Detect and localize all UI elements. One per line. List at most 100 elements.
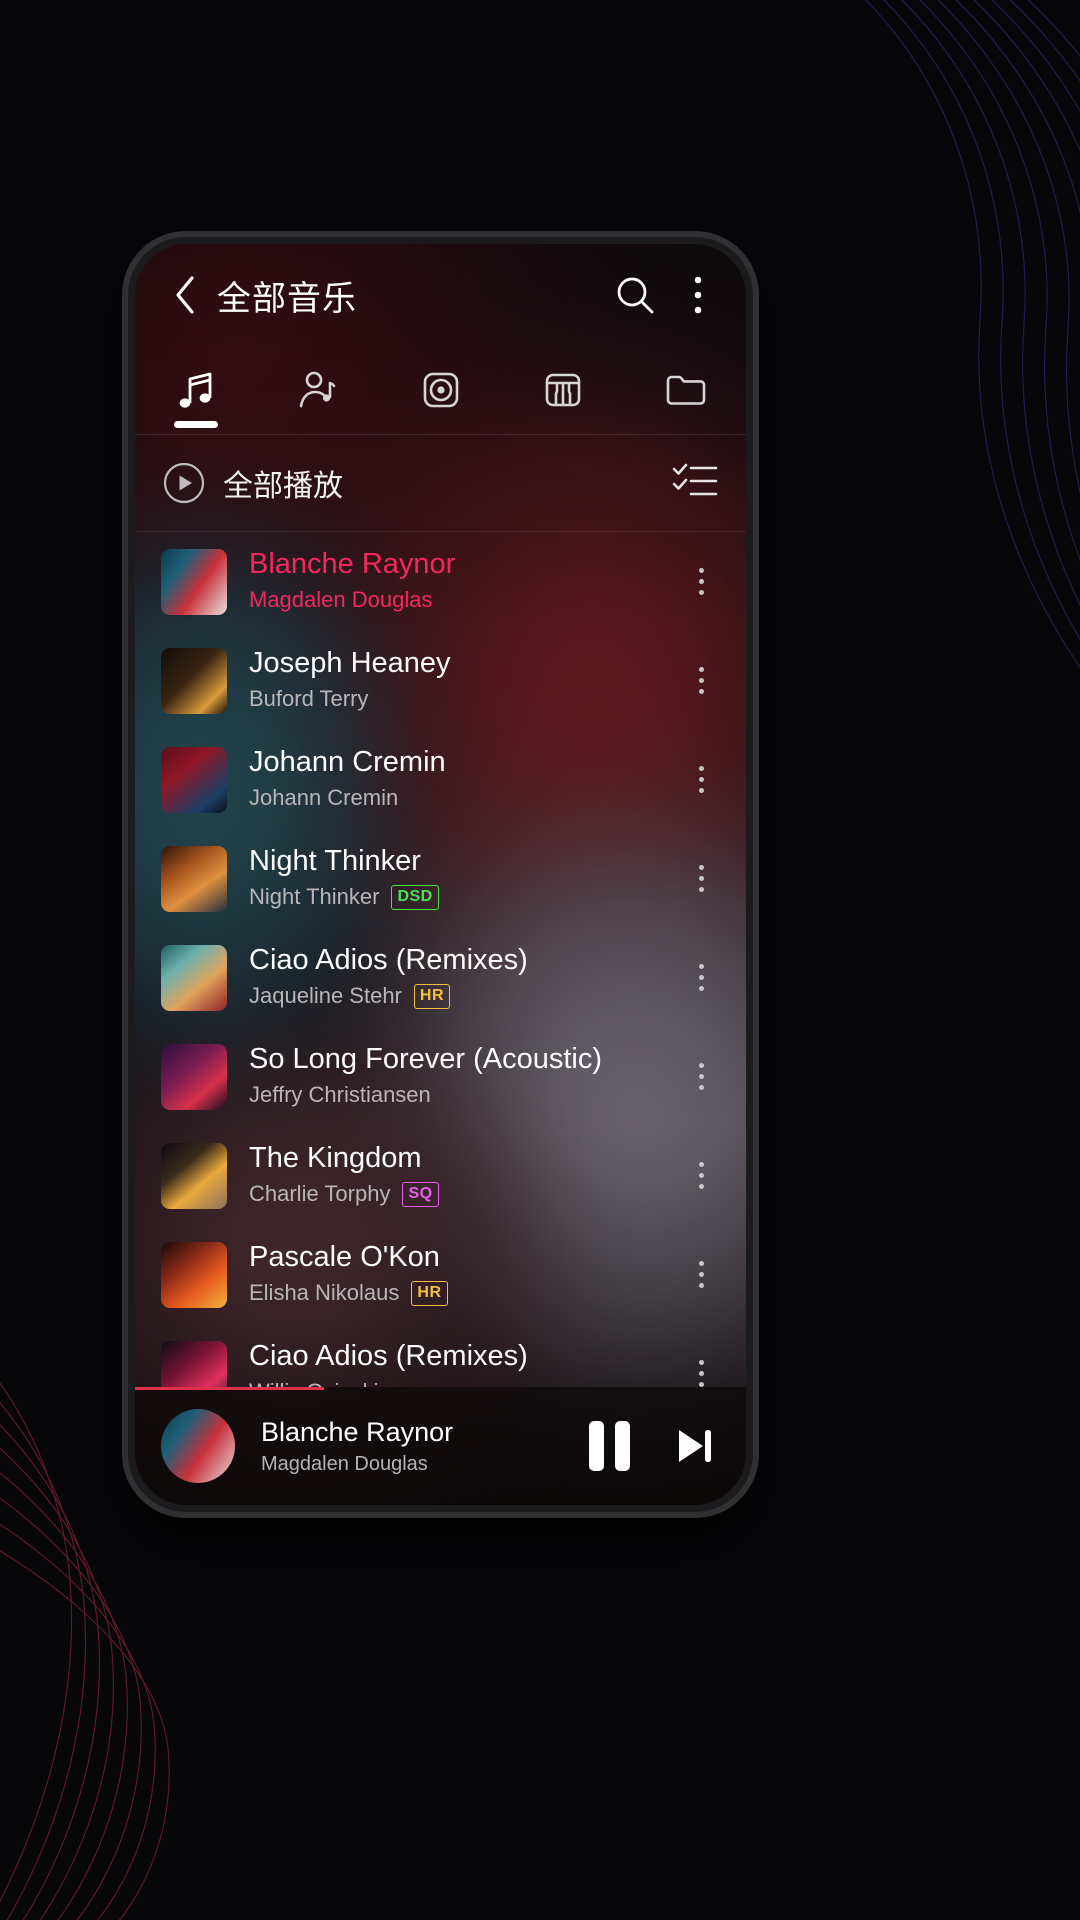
song-artwork: [161, 746, 227, 813]
song-overflow-button[interactable]: [678, 950, 724, 1006]
song-artist: Night Thinker: [249, 884, 380, 910]
song-artist: Willis Osinski: [249, 1378, 379, 1387]
quality-badge-sq: SQ: [402, 1181, 439, 1207]
song-meta: The Kingdom Charlie Torphy SQ: [249, 1142, 678, 1208]
song-artist-line: Elisha Nikolaus HR: [249, 1279, 678, 1308]
tab-genres[interactable]: [502, 346, 624, 434]
song-row[interactable]: Blanche Raynor Magdalen Douglas: [135, 532, 746, 631]
song-title: So Long Forever (Acoustic): [249, 1043, 602, 1076]
multiselect-button[interactable]: [672, 462, 718, 505]
tab-albums[interactable]: [379, 346, 501, 434]
phone-frame: 全部音乐 全部播放 Blanche Raynor Magdalen Dougla…: [128, 237, 753, 1512]
song-artist-line: Night Thinker DSD: [249, 883, 678, 912]
song-meta: So Long Forever (Acoustic) Jeffry Christi…: [249, 1043, 678, 1109]
song-artwork: [161, 845, 227, 912]
more-vertical-icon: [698, 766, 704, 771]
artist-icon: [294, 364, 342, 416]
folder-icon: [661, 364, 709, 416]
song-list[interactable]: Blanche Raynor Magdalen Douglas Joseph Hea…: [135, 532, 746, 1387]
more-vertical-icon: [698, 1085, 704, 1090]
song-artist-line: Buford Terry: [249, 685, 678, 714]
more-vertical-icon: [698, 788, 704, 793]
more-vertical-icon: [698, 1371, 704, 1376]
more-vertical-icon: [698, 1074, 704, 1079]
song-row[interactable]: Ciao Adios (Remixes) Willis Osinski: [135, 1324, 746, 1387]
tab-folders[interactable]: [624, 346, 746, 434]
song-title: Blanche Raynor: [249, 548, 456, 581]
more-vertical-icon: [698, 1261, 704, 1266]
song-title: The Kingdom: [249, 1142, 422, 1175]
song-meta: Ciao Adios (Remixes) Jaqueline Stehr HR: [249, 944, 678, 1010]
more-vertical-icon: [698, 1162, 704, 1167]
song-row[interactable]: Johann Cremin Johann Cremin: [135, 730, 746, 829]
app-bar-overflow-button[interactable]: [676, 268, 720, 322]
song-overflow-button[interactable]: [678, 1247, 724, 1303]
song-artist-line: Jeffry Christiansen: [249, 1081, 678, 1110]
more-vertical-icon: [698, 887, 704, 892]
song-overflow-button[interactable]: [678, 851, 724, 907]
song-overflow-button[interactable]: [678, 554, 724, 610]
song-overflow-button[interactable]: [678, 653, 724, 709]
song-title: Ciao Adios (Remixes): [249, 1340, 528, 1373]
song-title: Night Thinker: [249, 845, 421, 878]
now-playing-bar[interactable]: Blanche Raynor Magdalen Douglas: [135, 1387, 746, 1505]
song-artist-line: Magdalen Douglas: [249, 586, 678, 615]
more-vertical-icon: [698, 1173, 704, 1178]
tab-songs[interactable]: [135, 346, 257, 434]
song-row[interactable]: Pascale O'Kon Elisha Nikolaus HR: [135, 1225, 746, 1324]
now-playing-artwork: [161, 1409, 235, 1483]
song-artist: Elisha Nikolaus: [249, 1280, 400, 1306]
tab-artists[interactable]: [257, 346, 379, 434]
song-meta: Joseph Heaney Buford Terry: [249, 647, 678, 713]
more-vertical-icon: [698, 1272, 704, 1277]
song-row[interactable]: Night Thinker Night Thinker DSD: [135, 829, 746, 928]
song-artist: Jeffry Christiansen: [249, 1082, 431, 1108]
more-vertical-icon: [698, 986, 704, 991]
search-icon: [617, 277, 654, 314]
quality-badge-hr: HR: [413, 983, 450, 1009]
more-vertical-icon: [698, 876, 704, 881]
tab-active-indicator: [174, 421, 219, 428]
more-vertical-icon: [694, 276, 702, 314]
play-all-label: 全部播放: [223, 470, 343, 503]
song-row[interactable]: Joseph Heaney Buford Terry: [135, 631, 746, 730]
song-row[interactable]: So Long Forever (Acoustic) Jeffry Christi…: [135, 1027, 746, 1126]
more-vertical-icon: [698, 1360, 704, 1365]
more-vertical-icon: [698, 667, 704, 672]
play-all-row[interactable]: 全部播放: [135, 435, 746, 531]
more-vertical-icon: [698, 865, 704, 870]
song-artwork: [161, 1241, 227, 1308]
phone-screen: 全部音乐 全部播放 Blanche Raynor Magdalen Dougla…: [135, 244, 746, 1505]
song-row[interactable]: Ciao Adios (Remixes) Jaqueline Stehr HR: [135, 928, 746, 1027]
more-vertical-icon: [698, 1063, 704, 1068]
song-artwork: [161, 944, 227, 1011]
app-bar: 全部音乐: [135, 244, 746, 346]
song-artist-line: Jaqueline Stehr HR: [249, 982, 678, 1011]
song-artist: Buford Terry: [249, 686, 369, 712]
chevron-left-icon: [176, 276, 194, 314]
more-vertical-icon: [698, 777, 704, 782]
song-meta: Johann Cremin Johann Cremin: [249, 746, 678, 812]
more-vertical-icon: [698, 678, 704, 683]
back-button[interactable]: [161, 271, 209, 319]
song-overflow-button[interactable]: [678, 1148, 724, 1204]
song-title: Johann Cremin: [249, 746, 446, 779]
song-artwork: [161, 647, 227, 714]
now-playing-title: Blanche Raynor: [261, 1416, 454, 1447]
song-meta: Blanche Raynor Magdalen Douglas: [249, 548, 678, 614]
song-overflow-button[interactable]: [678, 1049, 724, 1105]
song-overflow-button[interactable]: [678, 1346, 724, 1387]
search-button[interactable]: [608, 268, 662, 322]
song-artist: Charlie Torphy: [249, 1181, 391, 1207]
next-track-button[interactable]: [668, 1420, 720, 1472]
playback-progress-bar: [135, 1387, 325, 1390]
song-overflow-button[interactable]: [678, 752, 724, 808]
more-vertical-icon: [698, 964, 704, 969]
song-title: Joseph Heaney: [249, 647, 451, 680]
checklist-icon: [672, 463, 718, 495]
more-vertical-icon: [698, 689, 704, 694]
piano-keys-icon: [539, 364, 587, 416]
pause-button[interactable]: [584, 1420, 634, 1472]
song-row[interactable]: The Kingdom Charlie Torphy SQ: [135, 1126, 746, 1225]
now-playing-artist: Magdalen Douglas: [261, 1452, 428, 1475]
